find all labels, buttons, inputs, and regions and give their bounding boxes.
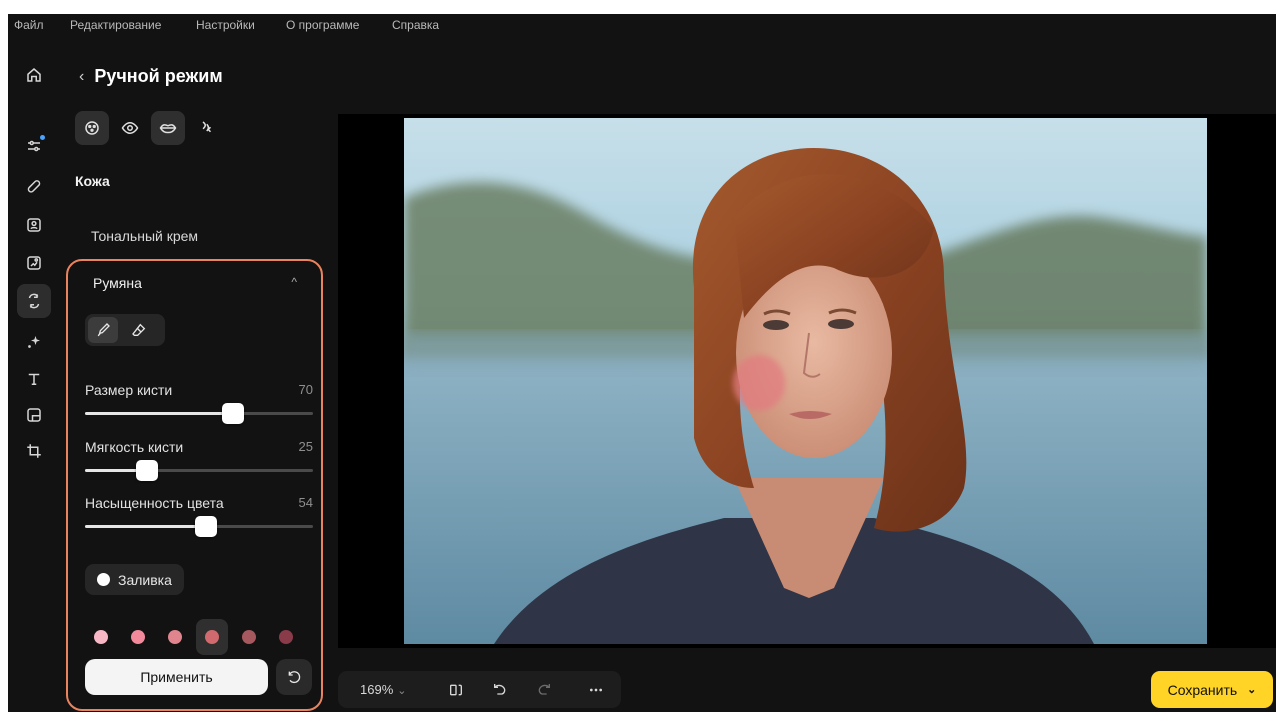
home-icon[interactable] bbox=[17, 58, 51, 92]
chevron-up-icon[interactable]: ^ bbox=[291, 275, 297, 289]
apply-button[interactable]: Применить bbox=[85, 659, 268, 695]
page-title: Ручной режим bbox=[94, 66, 223, 86]
reset-icon[interactable] bbox=[276, 659, 312, 695]
swatch-dot bbox=[242, 630, 256, 644]
swatch-dot bbox=[205, 630, 219, 644]
slider-value: 25 bbox=[298, 439, 313, 454]
color-swatches bbox=[85, 619, 302, 655]
sparkle-icon[interactable] bbox=[17, 325, 51, 359]
redo-icon[interactable] bbox=[534, 680, 554, 700]
eraser-icon[interactable] bbox=[124, 317, 154, 343]
slider-value: 70 bbox=[298, 382, 313, 397]
slider-label: Насыщенность цвета bbox=[85, 495, 224, 511]
back-chevron-icon[interactable]: ‹ bbox=[79, 68, 84, 86]
zoom-value: 169% bbox=[360, 682, 394, 697]
slider-handle[interactable] bbox=[194, 516, 217, 537]
menu-file[interactable]: Файл bbox=[14, 18, 44, 32]
section-title: Кожа bbox=[75, 173, 110, 189]
color-swatch[interactable] bbox=[159, 619, 191, 655]
panel-header[interactable]: ‹ Ручной режим bbox=[79, 66, 223, 87]
color-swatch[interactable] bbox=[85, 619, 117, 655]
zoom-select[interactable]: 169% ⌄ bbox=[360, 682, 406, 697]
feature-tabs bbox=[75, 111, 223, 145]
fill-toggle[interactable]: Заливка bbox=[85, 564, 184, 595]
slider-fill bbox=[85, 412, 234, 415]
menu-bar: Файл Редактирование Настройки О программ… bbox=[8, 14, 1276, 36]
blush-header[interactable]: Румяна bbox=[93, 275, 142, 291]
portrait-icon[interactable] bbox=[17, 208, 51, 242]
fill-label: Заливка bbox=[118, 571, 172, 588]
menu-edit[interactable]: Редактирование bbox=[70, 18, 161, 32]
menu-settings[interactable]: Настройки bbox=[196, 18, 255, 32]
portrait-photo[interactable] bbox=[404, 118, 1207, 644]
menu-help[interactable]: Справка bbox=[392, 18, 439, 32]
foundation-item[interactable]: Тональный крем bbox=[91, 228, 198, 244]
retouch-icon[interactable] bbox=[17, 284, 51, 318]
menu-about[interactable]: О программе bbox=[286, 18, 359, 32]
slider-handle[interactable] bbox=[222, 403, 245, 424]
save-button[interactable]: Сохранить ⌄ bbox=[1151, 671, 1273, 708]
slider-handle[interactable] bbox=[135, 460, 158, 481]
slider-track[interactable] bbox=[85, 460, 313, 481]
color-swatch[interactable] bbox=[122, 619, 154, 655]
face-tool-icon[interactable] bbox=[75, 111, 109, 145]
sliders-icon[interactable] bbox=[17, 129, 51, 163]
save-label: Сохранить bbox=[1167, 681, 1238, 698]
slider-track[interactable] bbox=[85, 403, 313, 424]
compare-icon[interactable] bbox=[446, 680, 466, 700]
eye-tool-icon[interactable] bbox=[113, 111, 147, 145]
layers-icon[interactable] bbox=[17, 398, 51, 432]
swatch-dot bbox=[279, 630, 293, 644]
bandage-icon[interactable] bbox=[17, 169, 51, 203]
crop-icon[interactable] bbox=[17, 434, 51, 468]
app-window: Файл Редактирование Настройки О программ… bbox=[8, 14, 1276, 712]
brush-mode-toggle bbox=[85, 314, 165, 346]
fill-dot-icon bbox=[97, 573, 110, 586]
image-replace-icon[interactable] bbox=[17, 246, 51, 280]
text-icon[interactable] bbox=[17, 362, 51, 396]
color-swatch[interactable] bbox=[233, 619, 265, 655]
manual-mode-panel: ‹ Ручной режим Кожа Тональный крем Румян… bbox=[63, 36, 335, 712]
color-swatch[interactable] bbox=[270, 619, 302, 655]
undo-icon[interactable] bbox=[490, 680, 510, 700]
more-icon[interactable] bbox=[586, 680, 606, 700]
brush-icon[interactable] bbox=[88, 317, 118, 343]
slider-value: 54 bbox=[298, 495, 313, 510]
slider-label: Размер кисти bbox=[85, 382, 173, 398]
swatch-dot bbox=[168, 630, 182, 644]
slider-fill bbox=[85, 525, 206, 528]
slider-track[interactable] bbox=[85, 516, 313, 537]
swatch-dot bbox=[131, 630, 145, 644]
swatch-dot bbox=[94, 630, 108, 644]
slider-label: Мягкость кисти bbox=[85, 439, 184, 455]
tool-rail bbox=[8, 36, 63, 712]
notification-badge bbox=[40, 135, 45, 140]
color-swatch[interactable] bbox=[196, 619, 228, 655]
zoom-toolbar: 169% ⌄ bbox=[338, 671, 621, 708]
blush-section: Румяна ^ Размер кисти 70 Мягкость кисти … bbox=[66, 259, 323, 711]
chevron-down-icon: ⌄ bbox=[397, 685, 407, 697]
hair-tool-icon[interactable] bbox=[189, 111, 223, 145]
lips-tool-icon[interactable] bbox=[151, 111, 185, 145]
image-canvas[interactable] bbox=[338, 114, 1276, 648]
chevron-down-icon[interactable]: ⌄ bbox=[1247, 683, 1256, 696]
